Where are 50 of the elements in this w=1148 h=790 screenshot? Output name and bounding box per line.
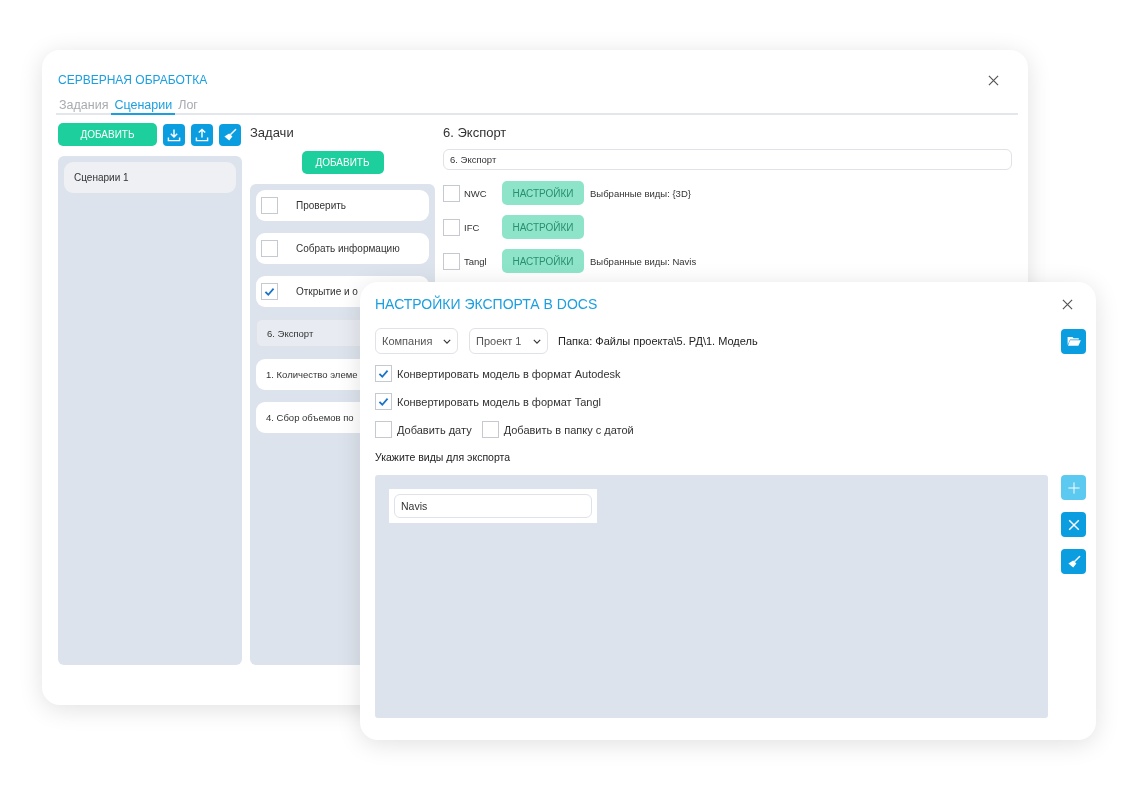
- views-label: Укажите виды для экспорта: [375, 451, 512, 463]
- checkbox[interactable]: [261, 197, 278, 214]
- upload-button[interactable]: [191, 123, 213, 146]
- selected-views-text: Выбранные виды: Navis: [590, 255, 697, 267]
- checkmark-icon: [377, 367, 390, 380]
- remove-button[interactable]: [1061, 512, 1086, 537]
- format-label: NWC: [464, 187, 488, 199]
- tasks-heading: Задачи: [250, 125, 295, 141]
- close-button[interactable]: [986, 73, 1000, 87]
- project-select[interactable]: Проект 1: [469, 328, 548, 354]
- clear-button[interactable]: [1061, 549, 1086, 574]
- caret-icon: [533, 338, 541, 344]
- download-icon: [166, 126, 182, 143]
- task-label: Собрать информацию: [296, 243, 400, 254]
- checkbox[interactable]: [375, 421, 392, 438]
- brush-icon: [222, 126, 238, 143]
- download-button[interactable]: [163, 123, 185, 146]
- plus-icon: [1065, 479, 1082, 496]
- checkbox[interactable]: [261, 283, 278, 300]
- folder-button[interactable]: [1061, 328, 1086, 354]
- task-card[interactable]: Собрать информацию: [256, 233, 429, 264]
- close-icon: [987, 74, 999, 86]
- checkbox[interactable]: [375, 393, 392, 410]
- upload-icon: [194, 126, 210, 143]
- task-label: Открытие и о: [296, 286, 358, 297]
- caret-icon: [443, 338, 451, 344]
- clear-button[interactable]: [219, 123, 241, 146]
- checkbox[interactable]: [481, 421, 499, 438]
- view-field[interactable]: Navis: [394, 494, 592, 518]
- window-title: СЕРВЕРНАЯ ОБРАБОТКА: [58, 73, 208, 87]
- company-select[interactable]: Компания: [375, 328, 458, 354]
- task-label: Проверить: [296, 200, 346, 211]
- task-card[interactable]: Проверить: [256, 190, 429, 221]
- close-button[interactable]: [1060, 297, 1074, 311]
- task-label: 6. Экспорт: [267, 327, 314, 339]
- folder-path: Папка: Файлы проекта\5. РД\1. Модель: [558, 335, 759, 347]
- format-label: IFC: [464, 221, 481, 233]
- task-label: 4. Сбор объемов по: [266, 412, 354, 423]
- selected-views-text: Выбранные виды: {3D}: [590, 187, 691, 199]
- option-label: Добавить в папку с датой: [503, 423, 634, 436]
- format-label: Tangl: [464, 255, 488, 267]
- checkmark-icon: [377, 395, 390, 408]
- close-icon: [1061, 298, 1073, 310]
- name-field[interactable]: 6. Экспорт: [443, 149, 1012, 170]
- scenario-item[interactable]: Сценарии 1: [64, 162, 236, 193]
- task-heading: 6. Экспорт: [443, 125, 508, 141]
- checkbox[interactable]: [375, 365, 392, 382]
- checkmark-icon: [263, 285, 276, 298]
- checkbox[interactable]: [261, 240, 278, 257]
- task-label: 1. Количество элеме: [266, 369, 358, 380]
